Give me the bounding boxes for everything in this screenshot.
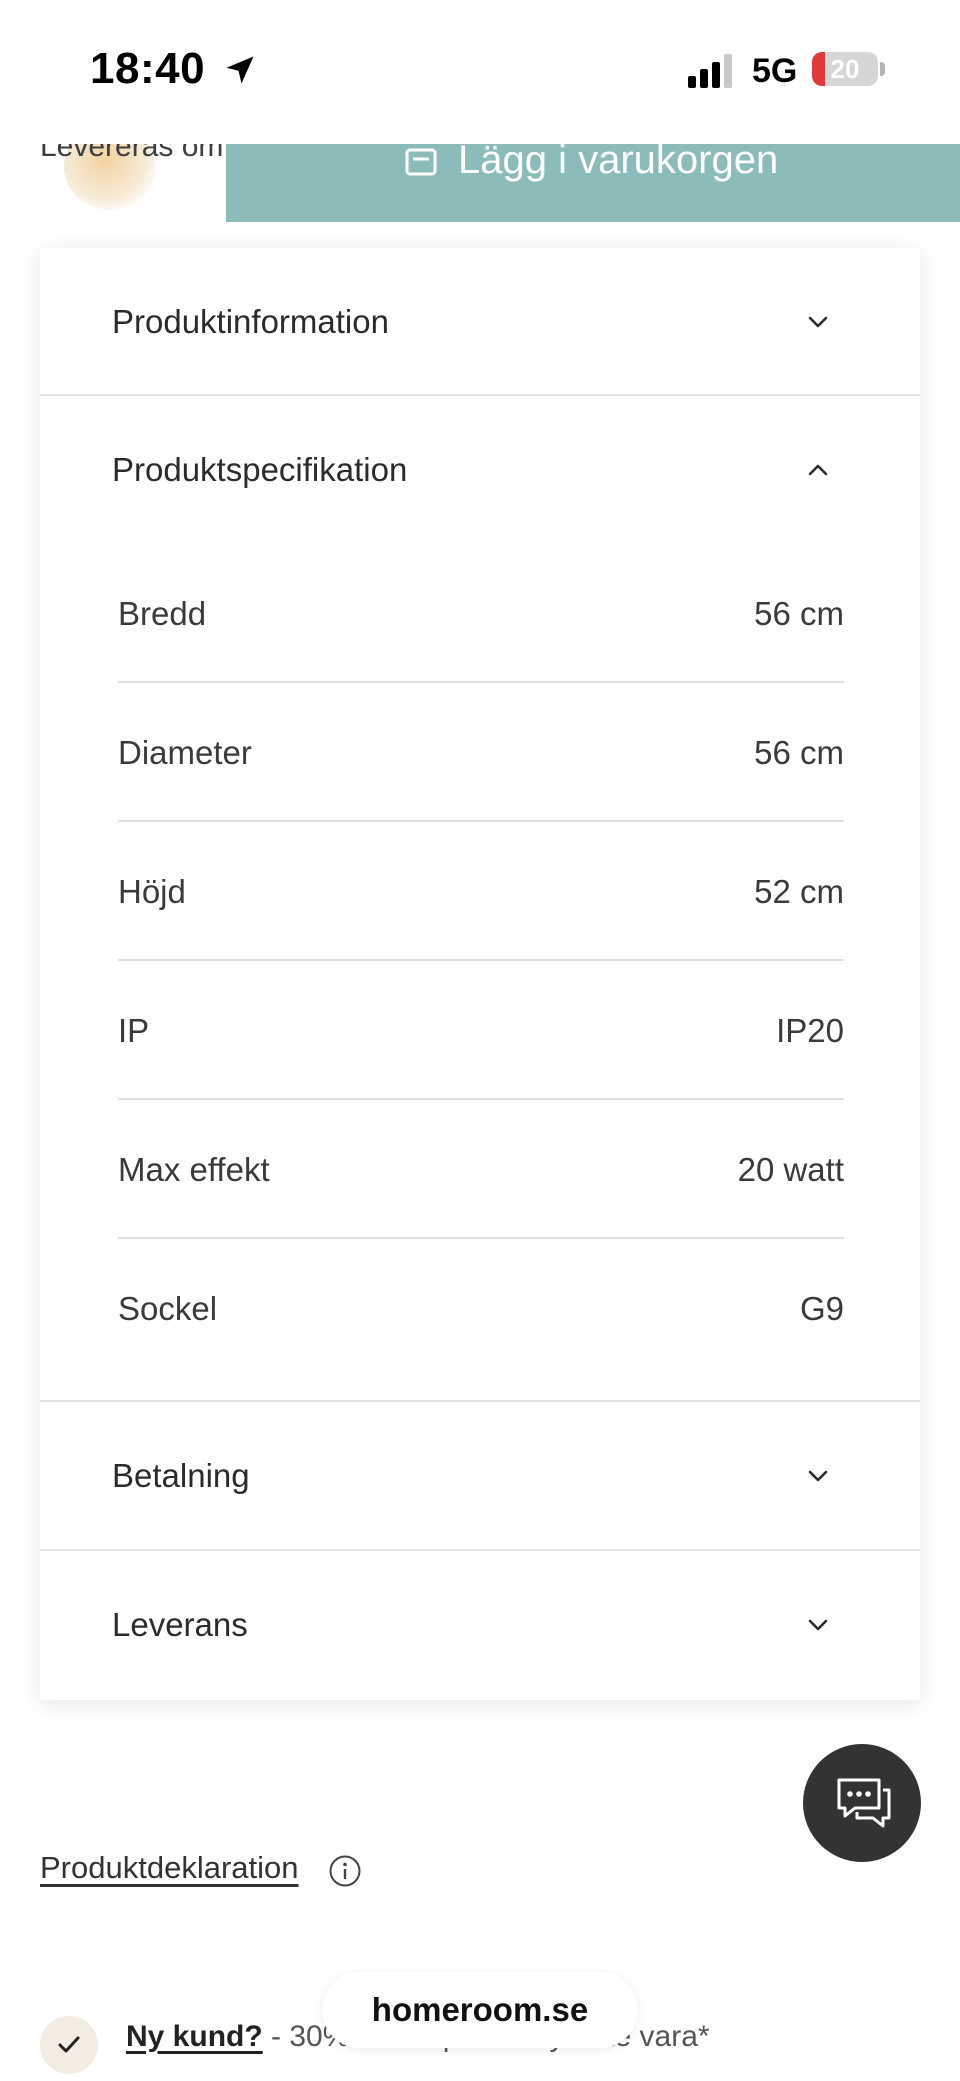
accordion-title: Produktinformation — [112, 303, 389, 340]
spec-label: Max effekt — [118, 1150, 270, 1188]
spec-row: Bredd 56 cm — [118, 544, 844, 683]
spec-value: G9 — [799, 1289, 844, 1327]
spec-value: 56 cm — [754, 733, 844, 771]
accordion-product-spec[interactable]: Produktspecifikation — [40, 396, 920, 544]
chevron-down-icon — [808, 1619, 828, 1631]
spec-label: Höjd — [118, 872, 186, 910]
accordion-delivery[interactable]: Leverans — [40, 1551, 920, 1699]
chat-icon — [837, 1778, 891, 1828]
info-icon[interactable] — [328, 1854, 362, 1888]
chevron-down-icon — [808, 1470, 828, 1482]
accordion-title: Produktspecifikation — [112, 451, 408, 488]
product-declaration-link[interactable]: Produktdeklaration — [40, 1850, 299, 1886]
add-to-cart-label: Lägg i varukorgen — [458, 138, 779, 182]
spec-row: Höjd 52 cm — [118, 822, 844, 961]
status-time: 18:40 — [90, 44, 206, 93]
add-to-cart-button[interactable]: Lägg i varukorgen — [226, 138, 960, 222]
spec-row: Sockel G9 — [118, 1239, 844, 1378]
spec-value: 56 cm — [754, 594, 844, 632]
browser-url-pill[interactable]: homeroom.se — [322, 1972, 638, 2048]
spec-value: 52 cm — [754, 872, 844, 910]
network-type: 5G — [752, 52, 798, 90]
signal-icon — [688, 54, 732, 88]
chat-button[interactable] — [803, 1744, 921, 1862]
cart-icon — [405, 148, 437, 176]
spec-row: IP IP20 — [118, 961, 844, 1100]
chevron-up-icon — [808, 464, 828, 476]
spec-label: Bredd — [118, 594, 207, 632]
new-customer-link[interactable]: Ny kund? — [126, 2020, 263, 2053]
accordion-payment[interactable]: Betalning — [40, 1402, 920, 1550]
spec-label: Sockel — [118, 1289, 218, 1327]
spec-label: Diameter — [118, 733, 252, 771]
accordion-title: Betalning — [112, 1457, 250, 1494]
status-bar: 18:40 5G 20 — [0, 0, 960, 144]
battery-level: 20 — [830, 54, 860, 84]
check-icon — [58, 2036, 80, 2053]
battery-icon: 20 — [812, 52, 878, 86]
accordion-product-info[interactable]: Produktinformation — [40, 248, 920, 396]
spec-row: Diameter 56 cm — [118, 683, 844, 822]
chevron-down-icon — [808, 316, 828, 328]
spec-row: Max effekt 20 watt — [118, 1100, 844, 1239]
battery-tip — [880, 62, 885, 76]
location-arrow-icon — [226, 56, 254, 84]
check-badge — [40, 2016, 98, 2074]
spec-label: IP — [118, 1011, 150, 1049]
spec-value: IP20 — [776, 1011, 844, 1049]
accordion-title: Leverans — [112, 1606, 248, 1643]
product-accordion: Produktinformation Produktspecifikation … — [40, 248, 920, 1700]
spec-value: 20 watt — [737, 1150, 844, 1188]
